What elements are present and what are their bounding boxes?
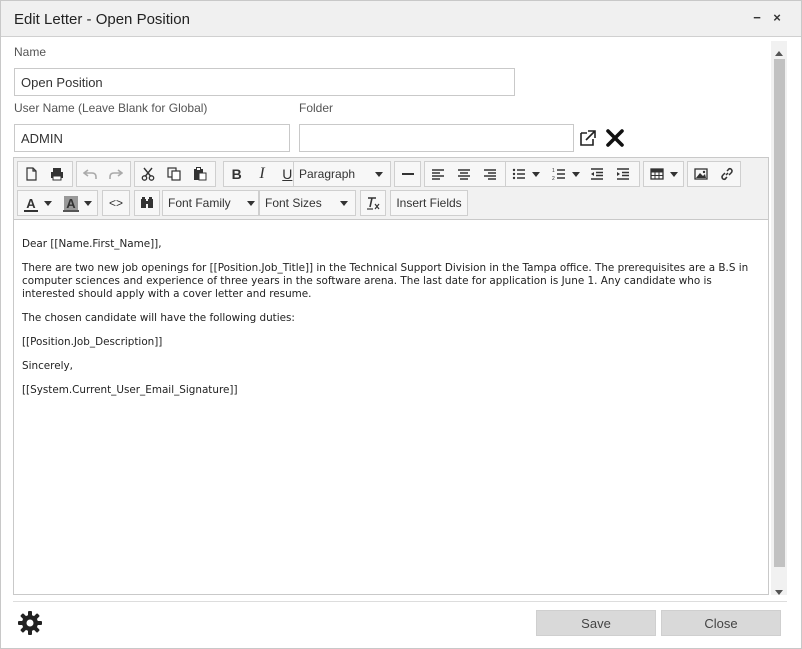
insert-fields-group: Insert Fields (390, 190, 468, 216)
chevron-down-icon[interactable] (84, 200, 92, 206)
paste-icon[interactable] (187, 162, 213, 186)
numbered-list-icon[interactable]: 12 (546, 162, 572, 186)
align-right-icon[interactable] (477, 162, 503, 186)
chevron-down-icon (246, 200, 255, 206)
clear-formatting-icon[interactable] (361, 191, 385, 215)
align-group (424, 161, 506, 187)
media-group (687, 161, 741, 187)
undo-icon[interactable] (77, 162, 103, 186)
settings-gear-icon[interactable] (17, 610, 43, 641)
content-paragraph: The chosen candidate will have the follo… (22, 312, 295, 324)
open-folder-icon[interactable] (579, 129, 597, 152)
new-document-icon[interactable] (18, 162, 44, 186)
print-icon[interactable] (44, 162, 70, 186)
paragraph-dropdown[interactable]: Paragraph (294, 162, 390, 186)
color-group: A A (17, 190, 98, 216)
chevron-down-icon[interactable] (572, 171, 580, 177)
insert-fields-button[interactable]: Insert Fields (391, 191, 467, 215)
rich-text-editor: B I U Paragraph 1 2 A A <> Font Family F… (13, 157, 769, 595)
redo-icon[interactable] (103, 162, 129, 186)
font-size-group: Font Sizes (259, 190, 356, 216)
name-label: Name (14, 45, 47, 59)
svg-text:2: 2 (552, 176, 555, 181)
close-window-button[interactable]: × (769, 9, 785, 27)
font-family-dropdown-label: Font Family (168, 196, 231, 210)
format-group: B I U (223, 161, 301, 187)
dialog-title: Edit Letter - Open Position (14, 11, 190, 28)
content-paragraph: Sincerely, (22, 360, 73, 372)
content-paragraph: There are two new job openings for [[Pos… (22, 262, 749, 300)
scrollbar-thumb[interactable] (774, 59, 785, 567)
image-icon[interactable] (688, 162, 714, 186)
source-code-button[interactable]: <> (103, 191, 129, 215)
name-input[interactable] (14, 68, 515, 96)
copy-icon[interactable] (161, 162, 187, 186)
history-group (76, 161, 131, 187)
content-paragraph: Dear [[Name.First_Name]], (22, 238, 162, 250)
editor-content[interactable]: Dear [[Name.First_Name]], There are two … (22, 238, 762, 408)
align-left-icon[interactable] (425, 162, 451, 186)
table-icon[interactable] (644, 162, 670, 186)
outdent-icon[interactable] (584, 162, 610, 186)
folder-label: Folder (299, 101, 334, 115)
block-format-group: Paragraph (293, 161, 391, 187)
background-color-button[interactable]: A (58, 191, 84, 215)
font-family-group: Font Family (162, 190, 259, 216)
clipboard-group (134, 161, 216, 187)
bold-button[interactable]: B (224, 162, 249, 186)
username-label: User Name (Leave Blank for Global) (14, 101, 208, 115)
content-paragraph: [[System.Current_User_Email_Signature]] (22, 384, 238, 396)
hr-group (394, 161, 421, 187)
font-sizes-dropdown-label: Font Sizes (265, 196, 322, 210)
vertical-scrollbar[interactable] (771, 41, 787, 595)
font-color-swatch (24, 210, 38, 212)
link-icon[interactable] (714, 162, 740, 186)
font-color-label: A (26, 195, 36, 211)
paragraph-dropdown-label: Paragraph (299, 167, 356, 181)
folder-input[interactable] (299, 124, 574, 152)
background-color-swatch (63, 210, 79, 212)
minimize-button[interactable]: − (749, 9, 765, 27)
close-button[interactable]: Close (661, 610, 781, 636)
username-input[interactable] (14, 124, 290, 152)
list-group: 12 (505, 161, 640, 187)
footer-divider (13, 601, 787, 602)
chevron-down-icon[interactable] (44, 200, 52, 206)
bullet-list-icon[interactable] (506, 162, 532, 186)
font-family-dropdown[interactable]: Font Family (163, 191, 258, 215)
chevron-down-icon[interactable] (532, 171, 540, 177)
background-color-label: A (64, 195, 78, 211)
file-group (17, 161, 73, 187)
find-group (134, 190, 160, 216)
editor-toolbar: B I U Paragraph 1 2 A A <> Font Family F… (14, 158, 768, 220)
italic-button[interactable]: I (249, 162, 274, 186)
edit-letter-dialog: Edit Letter - Open Position − × Name Use… (0, 0, 802, 649)
font-sizes-dropdown[interactable]: Font Sizes (260, 191, 355, 215)
scroll-down-arrow-icon[interactable] (775, 583, 783, 601)
clear-folder-icon[interactable] (605, 128, 625, 153)
chevron-down-icon[interactable] (670, 171, 678, 177)
chevron-down-icon (339, 200, 348, 206)
content-paragraph: [[Position.Job_Description]] (22, 336, 163, 348)
indent-icon[interactable] (610, 162, 636, 186)
clear-format-group (360, 190, 386, 216)
title-bar: Edit Letter - Open Position − × (1, 1, 801, 37)
chevron-down-icon (375, 171, 384, 177)
cut-icon[interactable] (135, 162, 161, 186)
svg-text:1: 1 (552, 168, 555, 174)
save-button[interactable]: Save (536, 610, 656, 636)
code-group: <> (102, 190, 130, 216)
table-group (643, 161, 684, 187)
find-replace-icon[interactable] (135, 191, 159, 215)
align-center-icon[interactable] (451, 162, 477, 186)
font-color-button[interactable]: A (18, 191, 44, 215)
horizontal-rule-icon[interactable] (395, 162, 420, 186)
